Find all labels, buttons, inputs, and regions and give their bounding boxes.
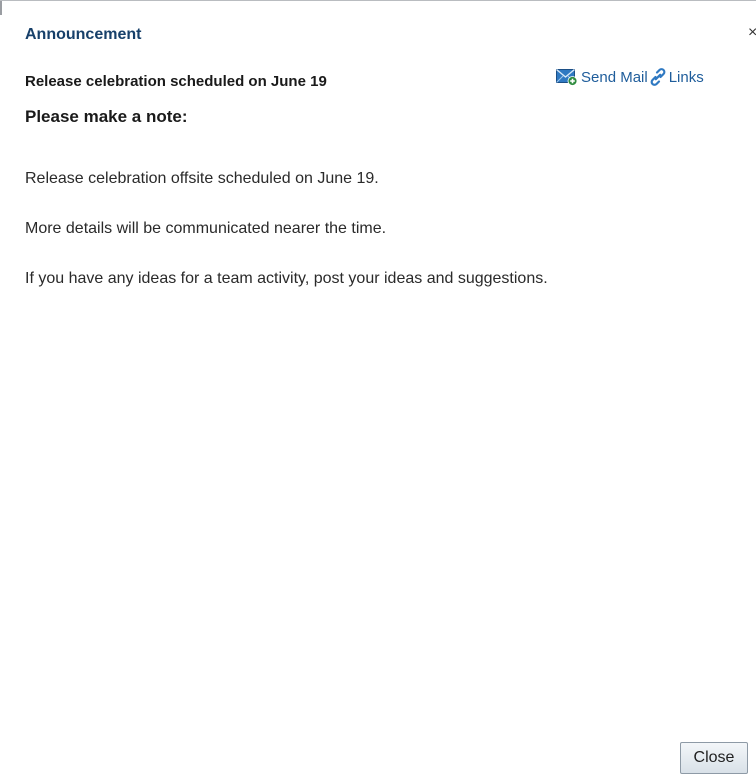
announcement-dialog: Announcement × Release celebration sched… [0, 0, 756, 784]
close-icon[interactable]: × [748, 25, 756, 41]
link-chain-icon [649, 68, 667, 86]
send-mail-label: Send Mail [581, 68, 648, 86]
announcement-subject: Release celebration scheduled on June 19 [25, 73, 327, 90]
announcement-paragraph: Release celebration offsite scheduled on… [25, 170, 379, 187]
dialog-title: Announcement [25, 26, 142, 43]
announcement-paragraph: More details will be communicated nearer… [25, 220, 387, 237]
links-link[interactable]: Links [649, 68, 704, 86]
links-label: Links [668, 68, 704, 86]
envelope-plus-icon [556, 68, 578, 86]
announcement-actions: Send Mail Links [556, 68, 704, 86]
send-mail-link[interactable]: Send Mail [556, 68, 648, 86]
note-heading: Please make a note: [25, 107, 188, 126]
announcement-paragraph: If you have any ideas for a team activit… [25, 270, 548, 287]
dialog-header: Announcement × [0, 1, 756, 45]
close-button[interactable]: Close [680, 742, 748, 774]
